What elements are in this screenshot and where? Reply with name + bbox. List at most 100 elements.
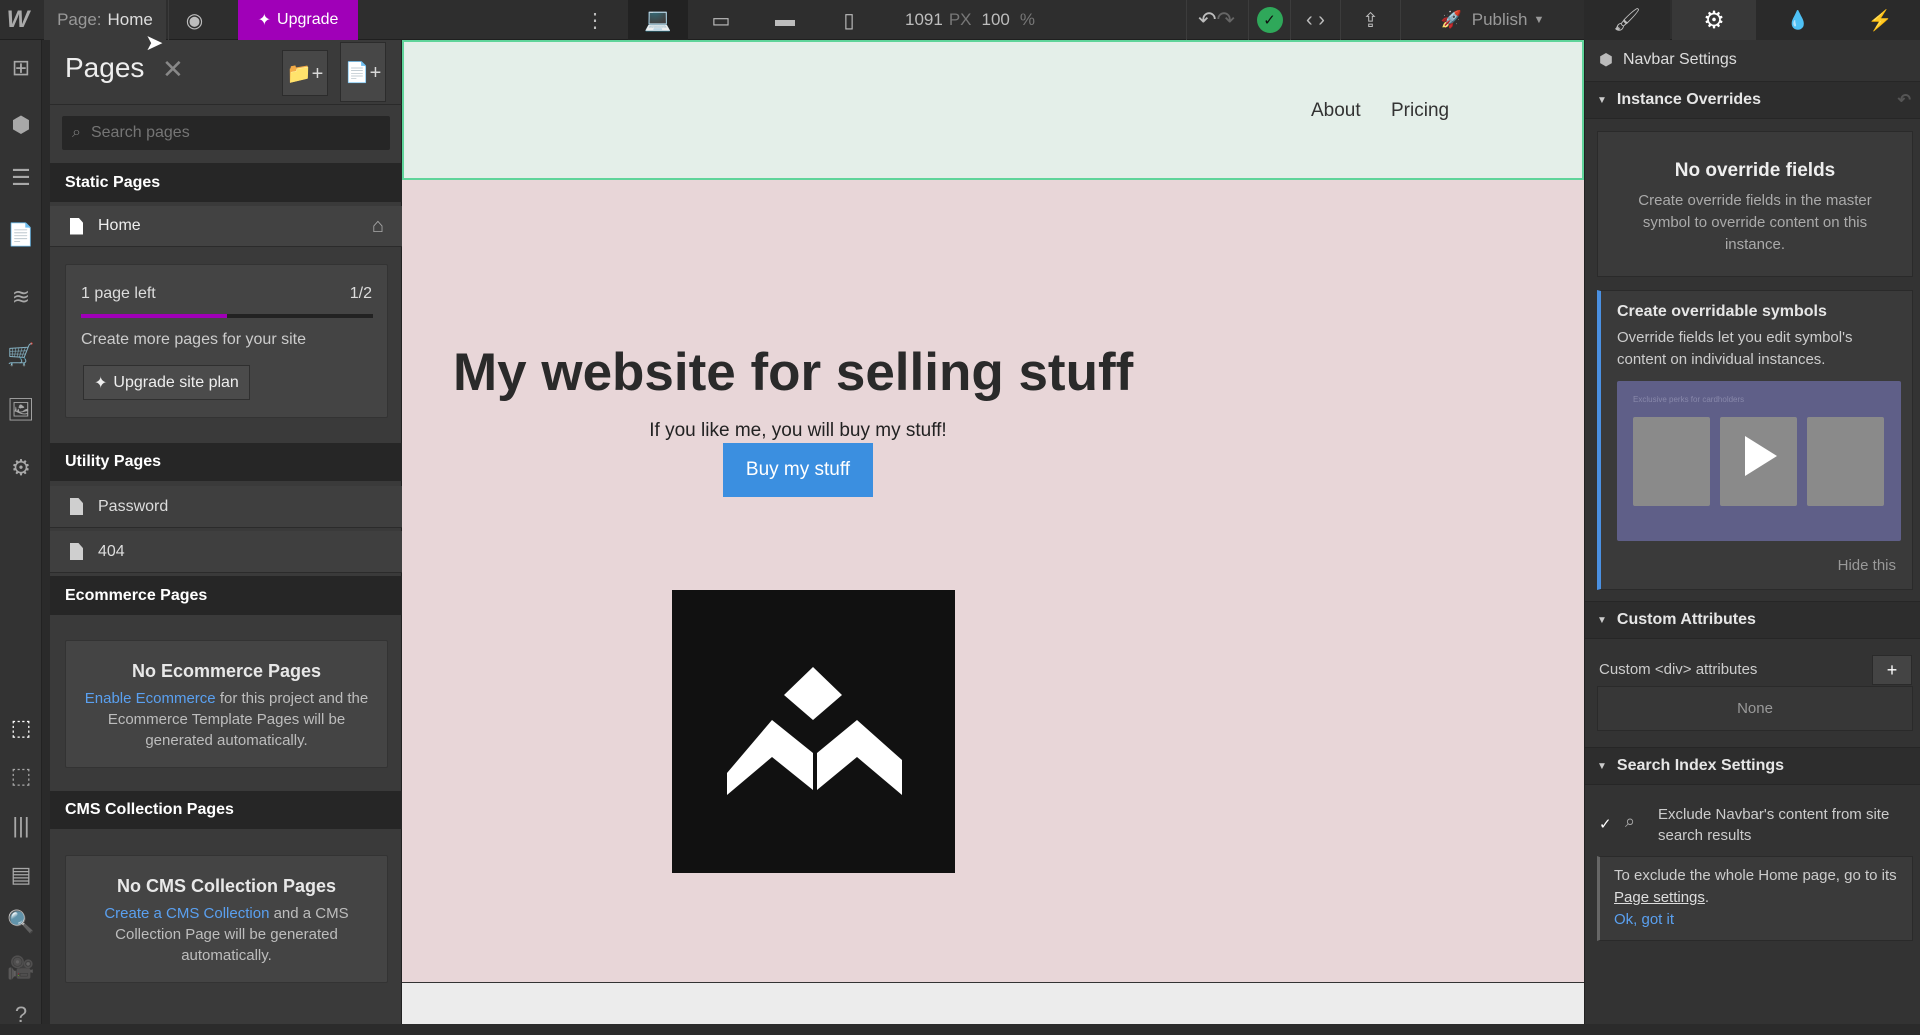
ok-got-it-link[interactable]: Ok, got it bbox=[1614, 909, 1898, 931]
reset-icon[interactable]: ↶ bbox=[1898, 90, 1911, 110]
exclude-checkbox[interactable]: ✓ bbox=[1599, 815, 1615, 833]
settings-panel: ⬢ Navbar Settings ▼ Instance Overrides ↶ No… bbox=[1584, 40, 1920, 1024]
desktop-breakpoint-icon[interactable]: 💻 bbox=[628, 0, 688, 40]
plus-icon: + bbox=[1886, 659, 1898, 680]
preview-selection-icon[interactable]: ⬚ bbox=[0, 756, 42, 796]
page-item-password[interactable]: Password bbox=[50, 486, 402, 528]
new-page-button[interactable]: 📄+ bbox=[340, 42, 386, 102]
code-icon[interactable]: ‹ › bbox=[1290, 0, 1340, 40]
nav-link-about[interactable]: About bbox=[1311, 100, 1361, 122]
search-input[interactable] bbox=[90, 124, 371, 142]
navigator-icon[interactable]: ☰ bbox=[0, 158, 42, 198]
undo-redo[interactable]: ↶ ↷ bbox=[1186, 0, 1246, 40]
more-icon[interactable]: ⋮ bbox=[585, 0, 605, 40]
design-canvas: About Pricing My website for selling stu… bbox=[402, 40, 1584, 1024]
nav-link-pricing[interactable]: Pricing bbox=[1391, 100, 1449, 122]
interactions-drops-icon[interactable]: 💧 bbox=[1756, 0, 1840, 40]
search-index-header[interactable]: ▼ Search Index Settings bbox=[1585, 747, 1920, 785]
page-icon bbox=[70, 543, 83, 560]
search-icon[interactable]: 🔍 bbox=[0, 902, 42, 942]
page-icon bbox=[70, 498, 83, 515]
buy-button[interactable]: Buy my stuff bbox=[723, 443, 873, 497]
symbols-cube-icon[interactable]: ⬢ bbox=[0, 105, 42, 145]
cms-database-icon[interactable]: ≋ bbox=[0, 277, 42, 317]
page-icon bbox=[70, 217, 83, 235]
search-exclude-icon: ⌕ bbox=[1625, 811, 1636, 831]
page-item-404[interactable]: 404 bbox=[50, 531, 402, 573]
caret-down-icon: ▼ bbox=[1597, 94, 1607, 106]
lightning-icon[interactable]: ⚡ bbox=[1840, 0, 1920, 40]
panel-title: Pages bbox=[65, 52, 145, 83]
hero-heading[interactable]: My website for selling stuff bbox=[453, 342, 1133, 403]
video-tutorials-icon[interactable]: 🎥 bbox=[0, 948, 42, 988]
mobile-landscape-icon[interactable]: ▬ bbox=[754, 0, 816, 40]
canvas-size-readout: 1091 PX 100% bbox=[904, 10, 1035, 29]
search-icon: ⌕ bbox=[72, 124, 81, 141]
play-icon[interactable] bbox=[1745, 436, 1777, 476]
cms-pages-header: CMS Collection Pages bbox=[50, 791, 402, 829]
custom-attributes-header[interactable]: ▼ Custom Attributes bbox=[1585, 601, 1920, 639]
attributes-empty: None bbox=[1597, 686, 1913, 731]
status-check-icon[interactable]: ✓ bbox=[1248, 0, 1290, 40]
export-icon[interactable]: ⇪ bbox=[1340, 0, 1400, 40]
exclude-label: Exclude Navbar's content from site searc… bbox=[1658, 806, 1890, 844]
create-cms-collection-link[interactable]: Create a CMS Collection bbox=[104, 905, 269, 922]
webflow-logo[interactable]: W bbox=[0, 0, 36, 40]
navbar-element[interactable]: About Pricing bbox=[402, 40, 1584, 180]
mobile-portrait-icon[interactable]: ▯ bbox=[818, 0, 880, 40]
chevron-down-icon: ▼ bbox=[1533, 14, 1545, 26]
ecommerce-cart-icon[interactable]: 🛒 bbox=[0, 335, 42, 375]
layout-icon[interactable]: ▤ bbox=[0, 855, 42, 895]
left-icon-rail: ⊞ ⬢ ☰ 📄 ≋ 🛒 🖼 ⚙ ⬚ ⬚ ||| ▤ 🔍 🎥 ? bbox=[0, 40, 42, 1027]
page-settings-link[interactable]: Page settings bbox=[1614, 889, 1705, 906]
page-plus-icon: 📄+ bbox=[344, 61, 382, 84]
no-ecommerce-card: No Ecommerce Pages Enable Ecommerce for … bbox=[65, 640, 388, 768]
instance-overrides-header[interactable]: ▼ Instance Overrides ↶ bbox=[1585, 81, 1920, 119]
overridable-symbols-promo: Create overridable symbols Override fiel… bbox=[1597, 290, 1913, 590]
logo-mark-icon bbox=[727, 667, 902, 795]
plan-limit-card: 1 page left 1/2 Create more pages for yo… bbox=[65, 264, 388, 418]
add-attribute-button[interactable]: + bbox=[1872, 655, 1912, 685]
sparkle-icon: ✦ bbox=[94, 374, 108, 392]
folder-plus-icon: 📁+ bbox=[286, 62, 324, 85]
no-override-card: No override fields Create override field… bbox=[1597, 131, 1913, 277]
hero-section: My website for selling stuff If you like… bbox=[402, 180, 1584, 983]
pages-progress-bar bbox=[81, 314, 373, 318]
add-icon[interactable]: ⊞ bbox=[0, 48, 42, 88]
redo-icon[interactable]: ↷ bbox=[1217, 7, 1235, 33]
pages-icon[interactable]: 📄 bbox=[0, 215, 42, 255]
sparkle-icon: ✦ bbox=[257, 12, 272, 29]
no-cms-card: No CMS Collection Pages Create a CMS Col… bbox=[65, 855, 388, 983]
help-icon[interactable]: ? bbox=[0, 995, 42, 1035]
static-pages-header: Static Pages bbox=[50, 163, 402, 202]
close-icon[interactable]: ✕ bbox=[162, 54, 184, 85]
ecommerce-pages-header: Ecommerce Pages bbox=[50, 576, 402, 615]
preview-eye-icon[interactable]: ◉ bbox=[168, 0, 220, 40]
style-brush-icon[interactable]: 🖌 bbox=[1584, 0, 1670, 40]
enable-ecommerce-link[interactable]: Enable Ecommerce bbox=[85, 690, 216, 707]
hide-this-link[interactable]: Hide this bbox=[1617, 557, 1896, 574]
upgrade-button[interactable]: ✦ Upgrade bbox=[238, 0, 358, 40]
pages-panel: Pages ✕ 📁+ 📄+ ⌕ Static Pages Home ⌂ 1 pa… bbox=[50, 40, 402, 1024]
audit-icon[interactable]: ||| bbox=[0, 806, 42, 846]
assets-images-icon[interactable]: 🖼 bbox=[0, 390, 42, 430]
hero-subtitle[interactable]: If you like me, you will buy my stuff! bbox=[642, 420, 954, 442]
page-item-home[interactable]: Home ⌂ bbox=[50, 206, 402, 247]
symbol-cube-icon: ⬢ bbox=[1599, 52, 1613, 69]
upgrade-site-plan-button[interactable]: ✦ Upgrade site plan bbox=[83, 365, 250, 400]
undo-icon[interactable]: ↶ bbox=[1198, 7, 1216, 33]
caret-down-icon: ▼ bbox=[1597, 760, 1607, 772]
caret-down-icon: ▼ bbox=[1597, 614, 1607, 626]
search-pages-input[interactable]: ⌕ bbox=[62, 116, 390, 150]
logo-image[interactable] bbox=[672, 590, 955, 873]
new-folder-button[interactable]: 📁+ bbox=[282, 50, 328, 96]
publish-button[interactable]: 🚀 Publish ▼ bbox=[1400, 0, 1584, 40]
tutorial-video[interactable]: Exclusive perks for cardholders bbox=[1617, 381, 1901, 541]
exclude-info-box: To exclude the whole Home page, go to it… bbox=[1597, 856, 1913, 941]
settings-icon[interactable]: ⚙ bbox=[0, 448, 42, 488]
settings-gear-icon[interactable]: ⚙ bbox=[1672, 0, 1756, 40]
tablet-breakpoint-icon[interactable]: ▭ bbox=[690, 0, 752, 40]
mouse-cursor: ➤ bbox=[145, 30, 164, 55]
rocket-icon: 🚀 bbox=[1440, 10, 1462, 29]
select-element-icon[interactable]: ⬚ bbox=[0, 708, 42, 748]
